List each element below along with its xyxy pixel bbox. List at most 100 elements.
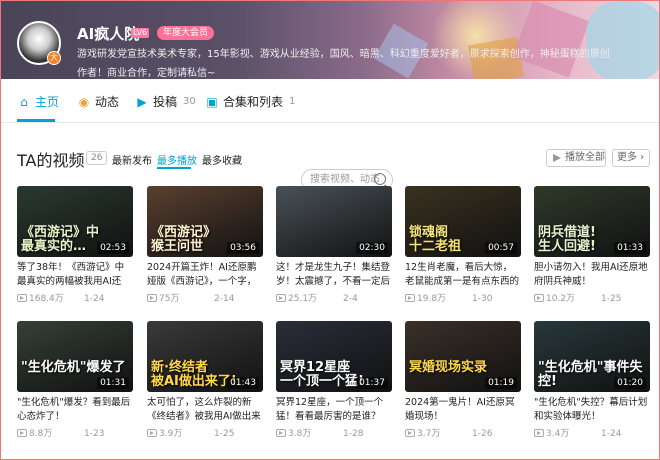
video-card[interactable]: 02:30 这！才是龙生九子！集结登岁！太震撼了，不看一定后悔！ 25.1万 2… <box>276 186 392 312</box>
thumbnail-caption: 《西游记》 猴王问世 <box>151 225 217 254</box>
play-count: 25.1万 <box>288 294 318 304</box>
video-meta: 8.8万 1-23 <box>17 428 133 440</box>
sort-most-fav[interactable]: 最多收藏 <box>202 152 242 167</box>
profile-banner: 大 AI疯人院 LV6 年度大会员 游戏研发党宣技术美术专家，15年影视、游戏从… <box>1 1 659 79</box>
sort-most-played[interactable]: 最多播放 <box>157 152 197 167</box>
video-card[interactable]: 冥婚现场实录 01:19 2024第一鬼片！AI还原冥婚现场！ 3.7万 1-2… <box>405 321 521 447</box>
video-title[interactable]: "生化危机"爆发？看到最后心态炸了！ <box>17 396 133 424</box>
publish-date: 1-30 <box>472 294 493 304</box>
thumbnail-caption: 新·终结者 被AI做出来了! <box>151 360 237 389</box>
video-meta: 168.4万 1-24 <box>17 293 133 305</box>
video-meta: 75万 2-14 <box>147 293 263 305</box>
video-title[interactable]: 胆小请勿入！我用AI还原地府阴兵神威！ <box>534 261 650 289</box>
video-thumbnail[interactable]: 《西游记》 猴王问世 03:56 <box>147 186 263 257</box>
play-count-icon <box>17 294 27 302</box>
thumbnail-caption: "生化危机"爆发了 <box>21 360 126 375</box>
play-count-icon <box>534 294 544 302</box>
section-title: TA的视频 <box>17 151 85 170</box>
video-title[interactable]: 2024第一鬼片！AI还原冥婚现场！ <box>405 396 521 424</box>
video-title[interactable]: 这！才是龙生九子！集结登岁！太震撼了，不看一定后悔！ <box>276 261 392 289</box>
tab-home[interactable]: ⌂ 主页 <box>17 93 59 110</box>
video-card[interactable]: 《西游记》中 最真实的… 02:53 等了38年！《西游记》中最真实的两幅被我用… <box>17 186 133 312</box>
search-icon[interactable] <box>374 173 386 185</box>
sort-indicator <box>157 167 191 169</box>
play-count-icon <box>534 429 544 437</box>
publish-date: 1-25 <box>214 429 235 439</box>
video-meta: 10.2万 1-25 <box>534 293 650 305</box>
more-label: 更多 <box>617 152 637 163</box>
video-title[interactable]: "生化危机"失控？幕后计划和实验体曝光！ <box>534 396 650 424</box>
play-count: 8.8万 <box>29 429 53 439</box>
tab-home-label: 主页 <box>35 95 60 109</box>
play-count-icon <box>405 429 415 437</box>
video-meta: 3.4万 1-24 <box>534 428 650 440</box>
video-meta: 3.7万 1-26 <box>405 428 521 440</box>
video-title[interactable]: 冥界12星座，一个顶一个猛！看看最厉害的是谁？ <box>276 396 392 424</box>
video-meta: 25.1万 2-4 <box>276 293 392 305</box>
play-count: 10.2万 <box>546 294 576 304</box>
video-meta: 19.8万 1-30 <box>405 293 521 305</box>
video-title[interactable]: 等了38年！《西游记》中最真实的两幅被我用AI还原！ <box>17 261 133 289</box>
video-title[interactable]: 太可怕了，这么炸裂的新《终结者》被我用AI做出来了！ <box>147 396 263 424</box>
video-thumbnail[interactable]: "生化危机"爆发了 01:31 <box>17 321 133 392</box>
username: AI疯人院 <box>77 25 140 43</box>
video-thumbnail[interactable]: 02:30 <box>276 186 392 257</box>
video-card[interactable]: 锁魂阁 十二老祖 00:57 12生肖老魔，看后大惊，老鼠能成第一是有点东西的 … <box>405 186 521 312</box>
tab-dynamic-label: 动态 <box>95 95 120 109</box>
sort-latest[interactable]: 最新发布 <box>112 152 152 167</box>
vip-badge[interactable]: 年度大会员 <box>157 26 215 40</box>
play-count: 3.9万 <box>159 429 183 439</box>
home-icon: ⌂ <box>20 94 28 109</box>
play-count: 168.4万 <box>29 294 64 304</box>
video-thumbnail[interactable]: 冥界12星座 一个顶一个猛! 01:37 <box>276 321 392 392</box>
video-thumbnail[interactable]: 新·终结者 被AI做出来了! 01:43 <box>147 321 263 392</box>
publish-date: 1-26 <box>472 429 493 439</box>
dynamic-icon: ◉ <box>78 94 90 109</box>
publish-date: 1-24 <box>84 294 105 304</box>
video-duration: 01:37 <box>356 377 388 389</box>
play-count-icon <box>147 294 157 302</box>
video-card[interactable]: 《西游记》 猴王问世 03:56 2024开篇王炸！AI还原鹏娅版《西游记》，一… <box>147 186 263 312</box>
more-button[interactable]: 更多 › <box>612 149 650 167</box>
thumbnail-caption: 锁魂阁 十二老祖 <box>409 225 462 254</box>
video-title[interactable]: 12生肖老魔，看后大惊，老鼠能成第一是有点东西的 <box>405 261 521 289</box>
publish-date: 2-4 <box>343 294 358 304</box>
thumbnail-caption: 冥婚现场实录 <box>409 360 488 375</box>
publish-date: 1-23 <box>84 429 105 439</box>
video-thumbnail[interactable]: 锁魂阁 十二老祖 00:57 <box>405 186 521 257</box>
play-count: 3.4万 <box>546 429 570 439</box>
tab-collections[interactable]: ▣ 合集和列表 1 <box>205 93 295 110</box>
tab-dynamic[interactable]: ◉ 动态 <box>77 93 119 110</box>
publish-date: 1-25 <box>601 294 622 304</box>
video-card[interactable]: "生化危机"事件失控! 01:20 "生化危机"失控？幕后计划和实验体曝光！ 3… <box>534 321 650 447</box>
video-card[interactable]: "生化危机"爆发了 01:31 "生化危机"爆发？看到最后心态炸了！ 8.8万 … <box>17 321 133 447</box>
tab-collections-label: 合集和列表 <box>223 95 284 109</box>
video-thumbnail[interactable]: "生化危机"事件失控! 01:20 <box>534 321 650 392</box>
play-count-icon <box>276 429 286 437</box>
play-all-label: 播放全部 <box>565 152 605 163</box>
video-duration: 02:53 <box>97 242 129 254</box>
avatar-badge: 大 <box>47 51 61 65</box>
video-duration: 01:43 <box>227 377 259 389</box>
video-card[interactable]: 新·终结者 被AI做出来了! 01:43 太可怕了，这么炸裂的新《终结者》被我用… <box>147 321 263 447</box>
video-card[interactable]: 冥界12星座 一个顶一个猛! 01:37 冥界12星座，一个顶一个猛！看看最厉害… <box>276 321 392 447</box>
video-thumbnail[interactable]: 《西游记》中 最真实的… 02:53 <box>17 186 133 257</box>
video-duration: 03:56 <box>227 242 259 254</box>
thumbnail-caption: 冥界12星座 一个顶一个猛! <box>280 360 364 389</box>
video-duration: 01:19 <box>485 377 517 389</box>
play-all-button[interactable]: 播放全部 <box>546 149 606 167</box>
video-card[interactable]: 阴兵借道! 生人回避! 01:33 胆小请勿入！我用AI还原地府阴兵神威！ 10… <box>534 186 650 312</box>
video-thumbnail[interactable]: 冥婚现场实录 01:19 <box>405 321 521 392</box>
search-placeholder: 搜索视频、动态 <box>310 174 380 185</box>
video-thumbnail[interactable]: 阴兵借道! 生人回避! 01:33 <box>534 186 650 257</box>
video-meta: 3.8万 1-28 <box>276 428 392 440</box>
video-title[interactable]: 2024开篇王炸！AI还原鹏娅版《西游记》，一个字，绝！ <box>147 261 263 289</box>
thumbnail-caption: 《西游记》中 最真实的… <box>21 225 100 254</box>
avatar[interactable]: 大 <box>17 21 61 65</box>
user-bio: 游戏研发党宣技术美术专家，15年影视、游戏从业经验，国风、暗黑、科幻重度爱好者，… <box>77 49 610 79</box>
play-count: 3.8万 <box>288 429 312 439</box>
tab-posts-label: 投稿 <box>153 95 178 109</box>
play-icon <box>553 154 561 162</box>
tab-posts[interactable]: ▶ 投稿 30 <box>135 93 195 110</box>
space-page: 大 AI疯人院 LV6 年度大会员 游戏研发党宣技术美术专家，15年影视、游戏从… <box>0 0 660 460</box>
